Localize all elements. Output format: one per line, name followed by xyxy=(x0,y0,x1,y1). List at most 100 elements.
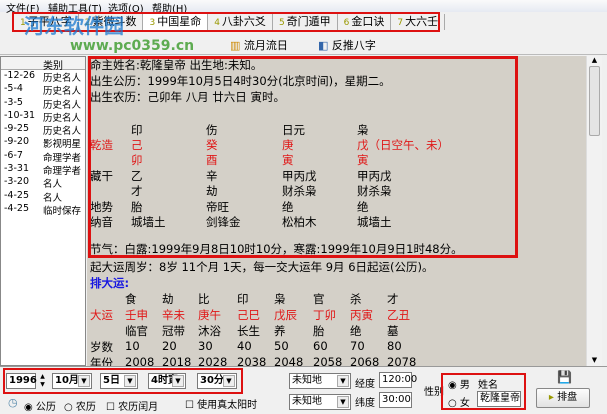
leap-month-label: 农历闰月 xyxy=(118,402,159,413)
tab-icon: 3 xyxy=(149,18,156,28)
tab-label: 八卦六爻 xyxy=(221,15,266,28)
list-item[interactable]: -10-31 历史名人 xyxy=(1,109,85,124)
watermark-name: 河东软件园 xyxy=(24,14,124,38)
list-date: -12-26 xyxy=(4,70,36,81)
list-item[interactable]: -12-26 历史名人 xyxy=(1,70,85,84)
list-category: 名人 xyxy=(43,192,63,204)
solar-radio[interactable]: ◉ 公历 xyxy=(24,398,56,413)
liuyue-label: 流月流日 xyxy=(243,39,288,52)
door-icon: ◧ xyxy=(318,39,329,52)
list-date: -4-25 xyxy=(4,189,29,201)
list-item[interactable]: -9-20 影视明星 xyxy=(1,136,85,150)
list-item[interactable]: -3-20 名人 xyxy=(1,176,85,190)
dayun-shishen: 官 xyxy=(313,292,325,306)
dayun-year: 2008 xyxy=(125,355,155,366)
save-icon[interactable]: 💾 xyxy=(557,370,572,384)
true-solar-checkbox[interactable]: ☐ 使用真太阳时 xyxy=(185,396,257,411)
dayun-age: 70 xyxy=(350,339,365,353)
dayun: 丁卯 xyxy=(313,308,336,322)
watermark-url: www.pc0359.cn xyxy=(70,38,195,54)
qiyun-line: 起大运周岁：8岁 11个月 1天，每一交大运年 9月 6日起运(公历)。 xyxy=(90,260,434,274)
dayun-shishen: 食 xyxy=(125,292,137,306)
dayun-shishen: 比 xyxy=(198,292,210,306)
list-category: 临时保存 xyxy=(43,205,82,217)
true-solar-label: 使用真太阳时 xyxy=(197,400,258,411)
list-item[interactable]: -9-25 历史名人 xyxy=(1,123,85,138)
list-category: 历史名人 xyxy=(43,73,82,84)
place-select-2[interactable]: 未知地 ▼ xyxy=(289,394,351,410)
lunar-radio[interactable]: ○ 农历 xyxy=(64,398,96,413)
place1-value: 未知地 xyxy=(292,375,322,386)
dayun: 壬申 xyxy=(125,308,148,322)
chevron-down-icon: ▼ xyxy=(337,375,349,387)
fantui-button[interactable]: ◧ 反推八字 xyxy=(318,37,376,53)
tab-label: 大六壬 xyxy=(405,15,439,28)
longitude-label: 经度 xyxy=(355,379,375,390)
age-label: 岁数 xyxy=(90,340,113,354)
vertical-scrollbar[interactable]: ▲ ▼ xyxy=(586,56,602,366)
place-select-1[interactable]: 未知地 ▼ xyxy=(289,373,351,389)
list-date: -10-31 xyxy=(4,109,36,121)
year-label: 年份 xyxy=(90,356,113,366)
dayun: 乙丑 xyxy=(387,308,410,322)
dayun-shishen: 劫 xyxy=(162,292,174,306)
dayun-age: 20 xyxy=(162,339,177,353)
list-date: -5-4 xyxy=(4,83,23,95)
list-category: 历史名人 xyxy=(43,112,82,124)
liuyue-button[interactable]: ▥ 流月流日 xyxy=(230,37,288,53)
list-category: 命理学者 xyxy=(43,166,82,178)
scroll-down-icon[interactable]: ▼ xyxy=(587,356,602,364)
tab-icon: 6 xyxy=(343,18,350,28)
paipan-label: 排盘 xyxy=(557,392,578,403)
dayun-shishen: 枭 xyxy=(274,292,286,306)
list-item[interactable]: -5-4 历史名人 xyxy=(1,83,85,97)
dayun-shishen: 才 xyxy=(387,292,399,306)
tab-jinkou[interactable]: 6 金口诀 xyxy=(338,14,392,30)
list-category: 历史名人 xyxy=(43,126,82,138)
list-item[interactable]: -3-31 命理学者 xyxy=(1,163,85,178)
tab-qimen[interactable]: 5 奇门遁甲 xyxy=(273,14,338,30)
tab-bagua[interactable]: 4 八卦六爻 xyxy=(208,14,273,30)
dayun-changsheng: 长生 xyxy=(237,324,260,338)
latitude-label: 纬度 xyxy=(355,398,375,409)
longitude-input[interactable]: 120:00 xyxy=(379,372,417,388)
list-date: -6-7 xyxy=(4,149,23,161)
scroll-up-icon[interactable]: ▲ xyxy=(587,56,602,64)
dayun-changsheng: 墓 xyxy=(387,324,399,338)
input-panel: 1996 ▲ ▼ 10月 ▼ 5日 ▼ 4时寅 ▼ 30分 ▼ ◷ ◉ 公历 ○ 农历 ☐… xyxy=(0,366,607,414)
list-item[interactable]: -6-7 命理学者 xyxy=(1,149,85,164)
clock-icon: ◷ xyxy=(8,396,18,409)
dayun: 丙寅 xyxy=(350,308,373,322)
arrow-icon: ▸ xyxy=(548,392,554,403)
scroll-thumb[interactable] xyxy=(589,66,600,136)
lunar-label: 农历 xyxy=(75,402,96,413)
list-date: -3-20 xyxy=(4,176,29,188)
list-item[interactable]: -4-25 临时保存 xyxy=(1,202,85,217)
paipan-button[interactable]: ▸ 排盘 xyxy=(536,388,590,408)
latitude-input[interactable]: 30:00 xyxy=(379,392,412,408)
dayun-changsheng: 胎 xyxy=(313,324,325,338)
dayun-year: 2048 xyxy=(274,355,304,366)
dayun-age: 30 xyxy=(198,339,213,353)
dayun-year: 2038 xyxy=(237,355,267,366)
paidayun-heading: 排大运: xyxy=(90,276,130,290)
list-item[interactable]: -4-25 名人 xyxy=(1,189,85,204)
tab-label: 金口诀 xyxy=(351,15,385,28)
dayun-age: 60 xyxy=(313,339,328,353)
dayun-changsheng: 绝 xyxy=(350,324,362,338)
list-header[interactable]: 类别 xyxy=(1,57,85,72)
list-category: 历史名人 xyxy=(43,99,82,111)
gender-highlight xyxy=(441,373,526,410)
record-list[interactable]: 类别 -12-26 历史名人 -5-4 历史名人 -3-5 历史名人 -10-31 历史名人 -… xyxy=(0,56,86,366)
dayun-age: 50 xyxy=(274,339,289,353)
watermark-logo: 河东软件园 xyxy=(2,10,124,39)
dayun-year: 2028 xyxy=(198,355,228,366)
tab-xingming[interactable]: 3 中国星命 xyxy=(143,14,209,30)
dayun-age: 40 xyxy=(237,339,252,353)
list-date: -4-25 xyxy=(4,202,29,214)
leap-month-checkbox[interactable]: ☐ 农历闰月 xyxy=(106,398,158,413)
tab-liuren[interactable]: 7 大六壬 xyxy=(391,14,446,30)
dayun-changsheng: 冠带 xyxy=(162,324,185,338)
list-category: 命理学者 xyxy=(43,152,82,164)
list-item[interactable]: -3-5 历史名人 xyxy=(1,97,85,111)
